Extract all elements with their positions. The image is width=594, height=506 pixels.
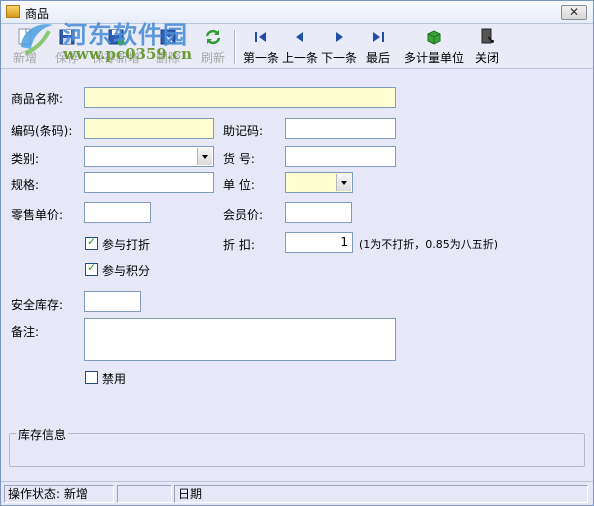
spec-label: 规格: <box>11 178 40 192</box>
app-icon <box>6 5 20 18</box>
next-record-label: 下一条 <box>320 51 357 65</box>
delete-button: 删除 <box>145 28 191 66</box>
category-dropdown-arrow-icon[interactable] <box>197 148 212 165</box>
unit-label: 单 位: <box>223 178 255 192</box>
status-date-cell: 日期 <box>174 485 588 503</box>
last-record-button[interactable]: 最后 <box>363 28 393 66</box>
item-no-label: 货 号: <box>223 152 255 166</box>
prev-record-label: 上一条 <box>281 51 318 65</box>
first-record-button[interactable]: 第一条 <box>241 28 281 66</box>
toolbar-separator <box>234 30 236 64</box>
delete-icon <box>160 29 176 45</box>
unit-dropdown-arrow-icon[interactable] <box>336 174 351 191</box>
item-no-input[interactable] <box>285 146 396 167</box>
discount-label: 折 扣: <box>223 238 255 252</box>
multi-unit-label: 多计量单位 <box>403 51 464 65</box>
remark-textarea[interactable] <box>84 318 396 361</box>
unit-select[interactable] <box>285 172 353 193</box>
close-label: 关闭 <box>474 51 499 65</box>
first-record-label: 第一条 <box>242 51 279 65</box>
spec-input[interactable] <box>84 172 214 193</box>
retail-price-input[interactable] <box>84 202 151 223</box>
last-record-icon <box>373 32 384 42</box>
category-select[interactable] <box>84 146 214 167</box>
inventory-info-title: 库存信息 <box>16 426 69 443</box>
multi-unit-icon <box>427 30 441 45</box>
check-mark-icon: ✓ <box>87 235 97 248</box>
status-state-value: 新增 <box>63 487 88 501</box>
save-new-button: 保存新增 <box>91 28 141 66</box>
points-checkbox-label: 参与积分 <box>102 264 151 278</box>
save-icon <box>59 29 75 45</box>
disable-checkbox[interactable] <box>85 371 98 384</box>
member-price-input[interactable] <box>285 202 352 223</box>
name-label: 商品名称: <box>11 92 64 106</box>
discount-checkbox[interactable]: ✓ <box>85 235 98 250</box>
new-doc-icon <box>18 28 31 45</box>
status-bar: 操作状态: 新增 日期 <box>1 481 593 505</box>
new-button: 新增 <box>7 28 43 66</box>
last-record-label: 最后 <box>365 51 390 65</box>
refresh-button: 刷新 <box>195 28 231 66</box>
inventory-info-group: 库存信息 <box>9 426 585 467</box>
code-input[interactable] <box>84 118 214 139</box>
mnemonic-label: 助记码: <box>223 124 264 138</box>
toolbar: 新增 保存 保存新增 删除 刷新 第一条 上一条 下一条 最后 多计量单位 关闭 <box>1 24 593 69</box>
mnemonic-input[interactable] <box>285 118 396 139</box>
code-label: 编码(条码): <box>11 124 73 138</box>
discount-checkbox-label: 参与打折 <box>102 238 151 252</box>
safety-stock-input[interactable] <box>84 291 141 312</box>
close-button[interactable]: 关闭 <box>472 28 502 66</box>
status-middle-cell <box>117 485 172 503</box>
safety-stock-label: 安全库存: <box>11 298 64 312</box>
next-record-icon <box>336 32 343 42</box>
save-button: 保存 <box>45 28 89 66</box>
check-mark-icon: ✓ <box>87 261 97 274</box>
remark-label: 备注: <box>11 325 40 339</box>
close-door-icon <box>481 28 494 44</box>
save-new-icon <box>108 29 125 46</box>
discount-hint: (1为不打折，0.85为八五折) <box>359 238 499 251</box>
refresh-icon <box>205 29 221 45</box>
next-record-button[interactable]: 下一条 <box>319 28 359 66</box>
points-checkbox[interactable]: ✓ <box>85 261 98 276</box>
name-input[interactable] <box>84 87 396 108</box>
title-bar: 商品 ✕ <box>1 1 593 24</box>
save-new-label: 保存新增 <box>91 51 140 65</box>
save-label: 保存 <box>54 51 79 65</box>
delete-label: 删除 <box>155 51 180 65</box>
member-price-label: 会员价: <box>223 208 264 222</box>
prev-record-button[interactable]: 上一条 <box>280 28 320 66</box>
first-record-icon <box>255 32 266 42</box>
status-state-label: 操作状态: <box>8 487 61 501</box>
product-window: 商品 ✕ 新增 保存 保存新增 删除 刷新 第一条 上一条 下一条 最后 多计量… <box>0 0 594 506</box>
retail-price-label: 零售单价: <box>11 208 64 222</box>
discount-input[interactable]: 1 <box>285 232 353 253</box>
refresh-label: 刷新 <box>200 51 225 65</box>
window-title: 商品 <box>25 7 50 21</box>
window-close-button[interactable]: ✕ <box>561 5 587 20</box>
category-label: 类别: <box>11 152 40 166</box>
status-state-cell: 操作状态: 新增 <box>4 485 114 503</box>
new-label: 新增 <box>12 51 37 65</box>
multi-unit-button[interactable]: 多计量单位 <box>402 28 466 66</box>
disable-checkbox-label: 禁用 <box>102 372 127 386</box>
prev-record-icon <box>296 32 303 42</box>
